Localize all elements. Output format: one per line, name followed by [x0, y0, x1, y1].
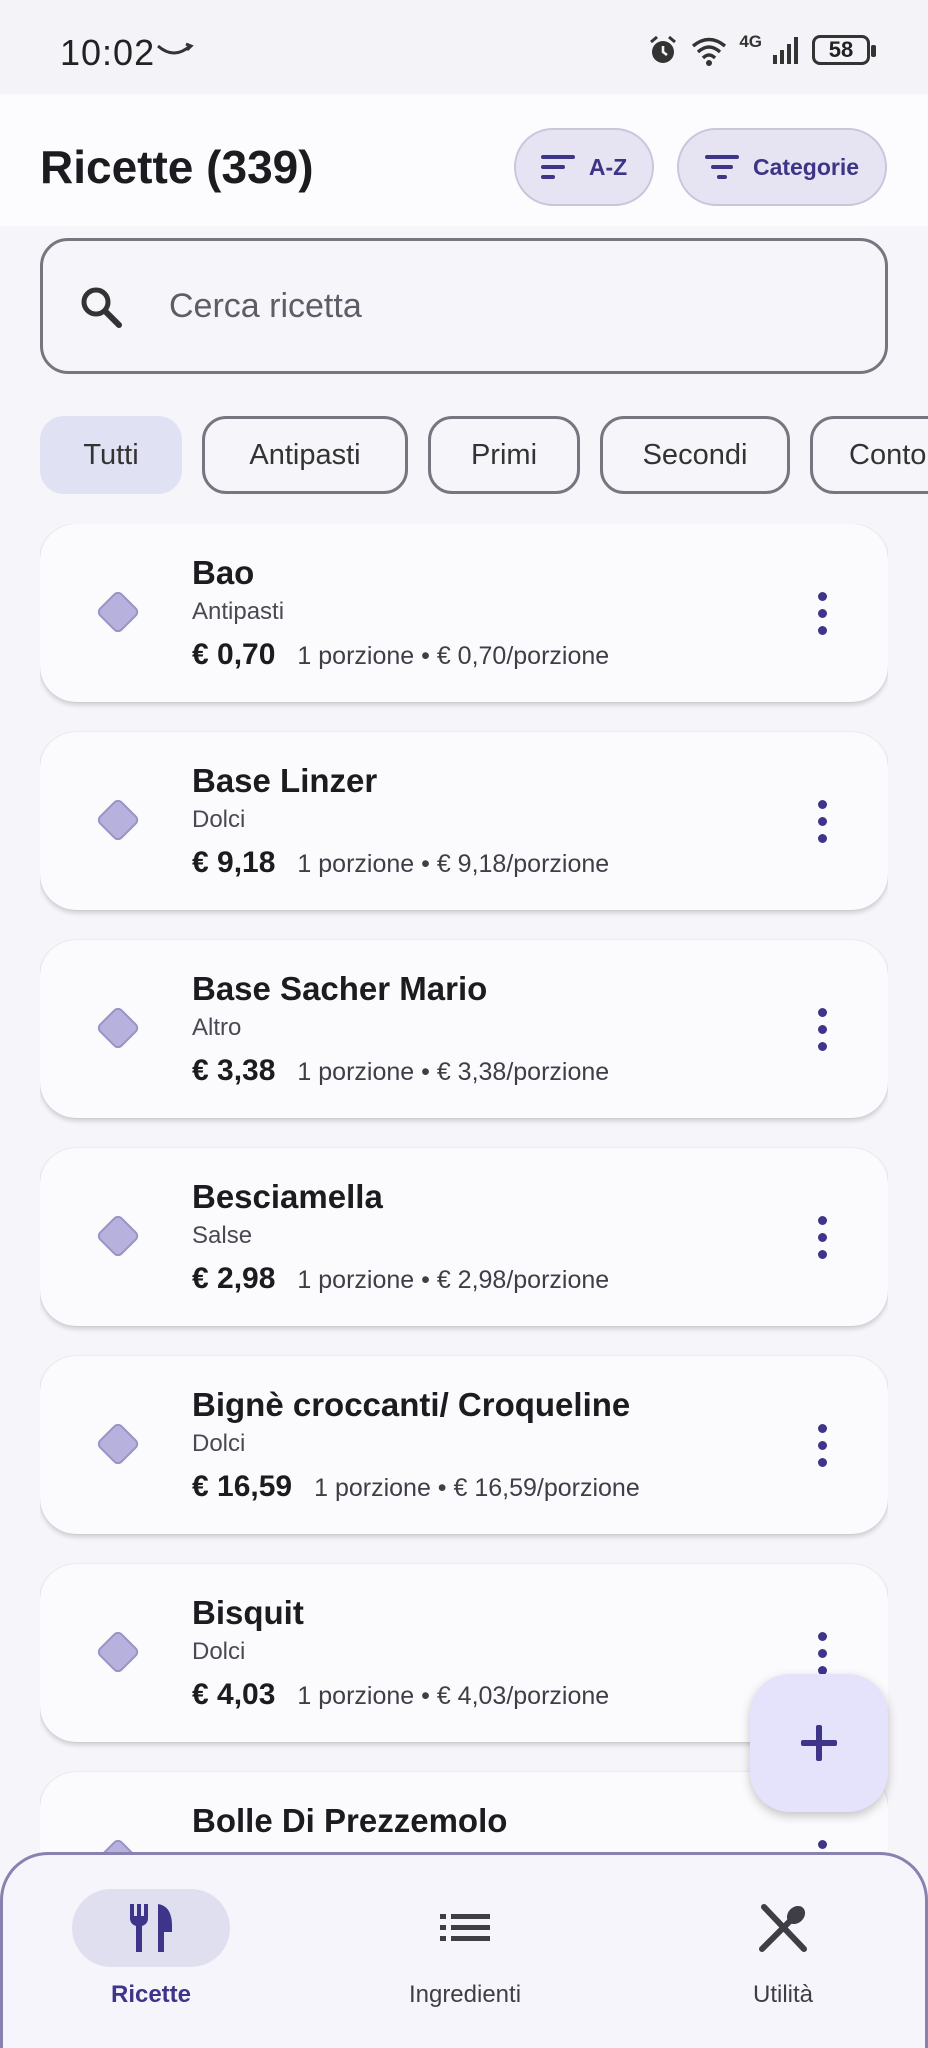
recipe-price-row: € 3,38 1 porzione • € 3,38/porzione	[192, 1054, 609, 1088]
sort-button[interactable]: A-Z	[514, 128, 654, 206]
recipe-card[interactable]: Bignè croccanti/ Croqueline Dolci € 16,5…	[40, 1356, 888, 1534]
search-placeholder: Cerca ricetta	[169, 287, 362, 325]
search-input[interactable]: Cerca ricetta	[40, 238, 888, 374]
recipe-name: Bao	[192, 554, 255, 591]
alarm-icon	[650, 35, 677, 63]
recipe-list: Bao Antipasti € 0,70 1 porzione • € 0,70…	[40, 524, 888, 1854]
recipe-portion: 1 porzione • € 4,03/porzione	[297, 1682, 610, 1710]
categories-button[interactable]: Categorie	[677, 128, 887, 206]
nav-item-recipes[interactable]: Ricette	[51, 1889, 251, 2029]
app-header: Ricette (339) A-Z Categorie	[0, 94, 928, 226]
more-vert-icon[interactable]	[816, 1632, 828, 1676]
recipe-price: € 3,38	[192, 1054, 276, 1087]
bottom-navigation: Ricette Ingredienti Utilità	[0, 1852, 928, 2048]
recipe-category: Dolci	[192, 806, 246, 833]
utensils-cross-icon	[759, 1904, 807, 1952]
chip-tutti[interactable]: Tutti	[40, 416, 182, 494]
recipe-price-row: € 0,70 1 porzione • € 0,70/porzione	[192, 638, 609, 672]
recipe-diamond-icon	[95, 797, 141, 843]
category-chips: Tutti Antipasti Primi Secondi Contorni	[40, 416, 928, 494]
add-icon	[801, 1725, 837, 1761]
more-vert-icon[interactable]	[816, 1424, 828, 1468]
chip-contorni[interactable]: Contorni	[810, 416, 928, 494]
nav-item-ingredients[interactable]: Ingredienti	[365, 1889, 565, 2029]
recipe-name: Base Linzer	[192, 762, 378, 799]
list-icon	[440, 1914, 490, 1941]
recipe-card[interactable]: Base Linzer Dolci € 9,18 1 porzione • € …	[40, 732, 888, 910]
more-vert-icon[interactable]	[816, 592, 828, 636]
status-bar: 10:02 4G 58	[0, 0, 928, 94]
chip-antipasti[interactable]: Antipasti	[202, 416, 408, 494]
more-vert-icon[interactable]	[816, 800, 828, 844]
recipe-price: € 4,03	[192, 1678, 276, 1711]
fork-knife-icon	[130, 1904, 172, 1952]
recipe-category: Dolci	[192, 1430, 246, 1457]
recipe-price: € 2,98	[192, 1262, 276, 1295]
nav-label-recipes: Ricette	[110, 1981, 192, 2008]
recipe-portion: 1 porzione • € 3,38/porzione	[297, 1058, 610, 1086]
recipe-name: Bolle Di Prezzemolo	[192, 1802, 508, 1839]
sort-label: A-Z	[588, 153, 628, 180]
recipe-category: Dolci	[192, 1638, 246, 1665]
recipe-portion: 1 porzione • € 0,70/porzione	[297, 642, 610, 670]
recipe-portion: 1 porzione • € 9,18/porzione	[297, 850, 610, 878]
page-title: Ricette (339)	[40, 141, 314, 193]
recipe-name: Bignè croccanti/ Croqueline	[192, 1386, 631, 1423]
recipe-price: € 16,59	[192, 1470, 293, 1503]
recipe-category: Altro	[192, 1014, 242, 1041]
network-type: 4G	[739, 32, 762, 51]
more-vert-icon[interactable]	[816, 1008, 828, 1052]
recipe-diamond-icon	[95, 1629, 141, 1675]
recipe-card[interactable]: Bao Antipasti € 0,70 1 porzione • € 0,70…	[40, 524, 888, 702]
nav-label-ingredients: Ingredienti	[408, 1981, 522, 2008]
recipe-diamond-icon	[95, 1005, 141, 1051]
recipe-diamond-icon	[95, 1421, 141, 1467]
add-recipe-button[interactable]	[750, 1674, 888, 1812]
search-icon	[81, 287, 122, 328]
categories-label: Categorie	[752, 153, 860, 180]
recipe-diamond-icon	[95, 1213, 141, 1259]
recipe-price-row: € 4,03 1 porzione • € 4,03/porzione	[192, 1678, 609, 1712]
recipe-diamond-icon	[95, 589, 141, 635]
recipe-price: € 0,70	[192, 638, 276, 671]
recipe-name: Base Sacher Mario	[192, 970, 488, 1007]
wifi-icon	[692, 37, 727, 66]
recipe-name: Bisquit	[192, 1594, 304, 1631]
recipe-price-row: € 2,98 1 porzione • € 2,98/porzione	[192, 1262, 609, 1296]
chip-primi[interactable]: Primi	[428, 416, 580, 494]
nav-label-utilities: Utilità	[752, 1981, 813, 2008]
status-time: 10:02	[60, 32, 156, 73]
recipe-price-row: € 9,18 1 porzione • € 9,18/porzione	[192, 846, 609, 880]
app-indicator-icon	[157, 42, 194, 55]
more-vert-icon[interactable]	[816, 1216, 828, 1260]
recipe-category: Antipasti	[192, 598, 285, 625]
recipe-name: Besciamella	[192, 1178, 383, 1215]
recipe-card[interactable]: Base Sacher Mario Altro € 3,38 1 porzion…	[40, 940, 888, 1118]
battery-icon: 58	[812, 35, 876, 65]
recipe-card[interactable]: Besciamella Salse € 2,98 1 porzione • € …	[40, 1148, 888, 1326]
sort-icon	[540, 155, 575, 179]
recipe-portion: 1 porzione • € 16,59/porzione	[314, 1474, 640, 1502]
recipe-price: € 9,18	[192, 846, 276, 879]
filter-icon	[704, 155, 739, 179]
recipe-price-row: € 16,59 1 porzione • € 16,59/porzione	[192, 1470, 640, 1504]
signal-icon	[773, 37, 798, 64]
recipe-portion: 1 porzione • € 2,98/porzione	[297, 1266, 610, 1294]
recipe-category: Salse	[192, 1222, 253, 1249]
chip-secondi[interactable]: Secondi	[600, 416, 790, 494]
nav-item-utilities[interactable]: Utilità	[683, 1889, 883, 2029]
